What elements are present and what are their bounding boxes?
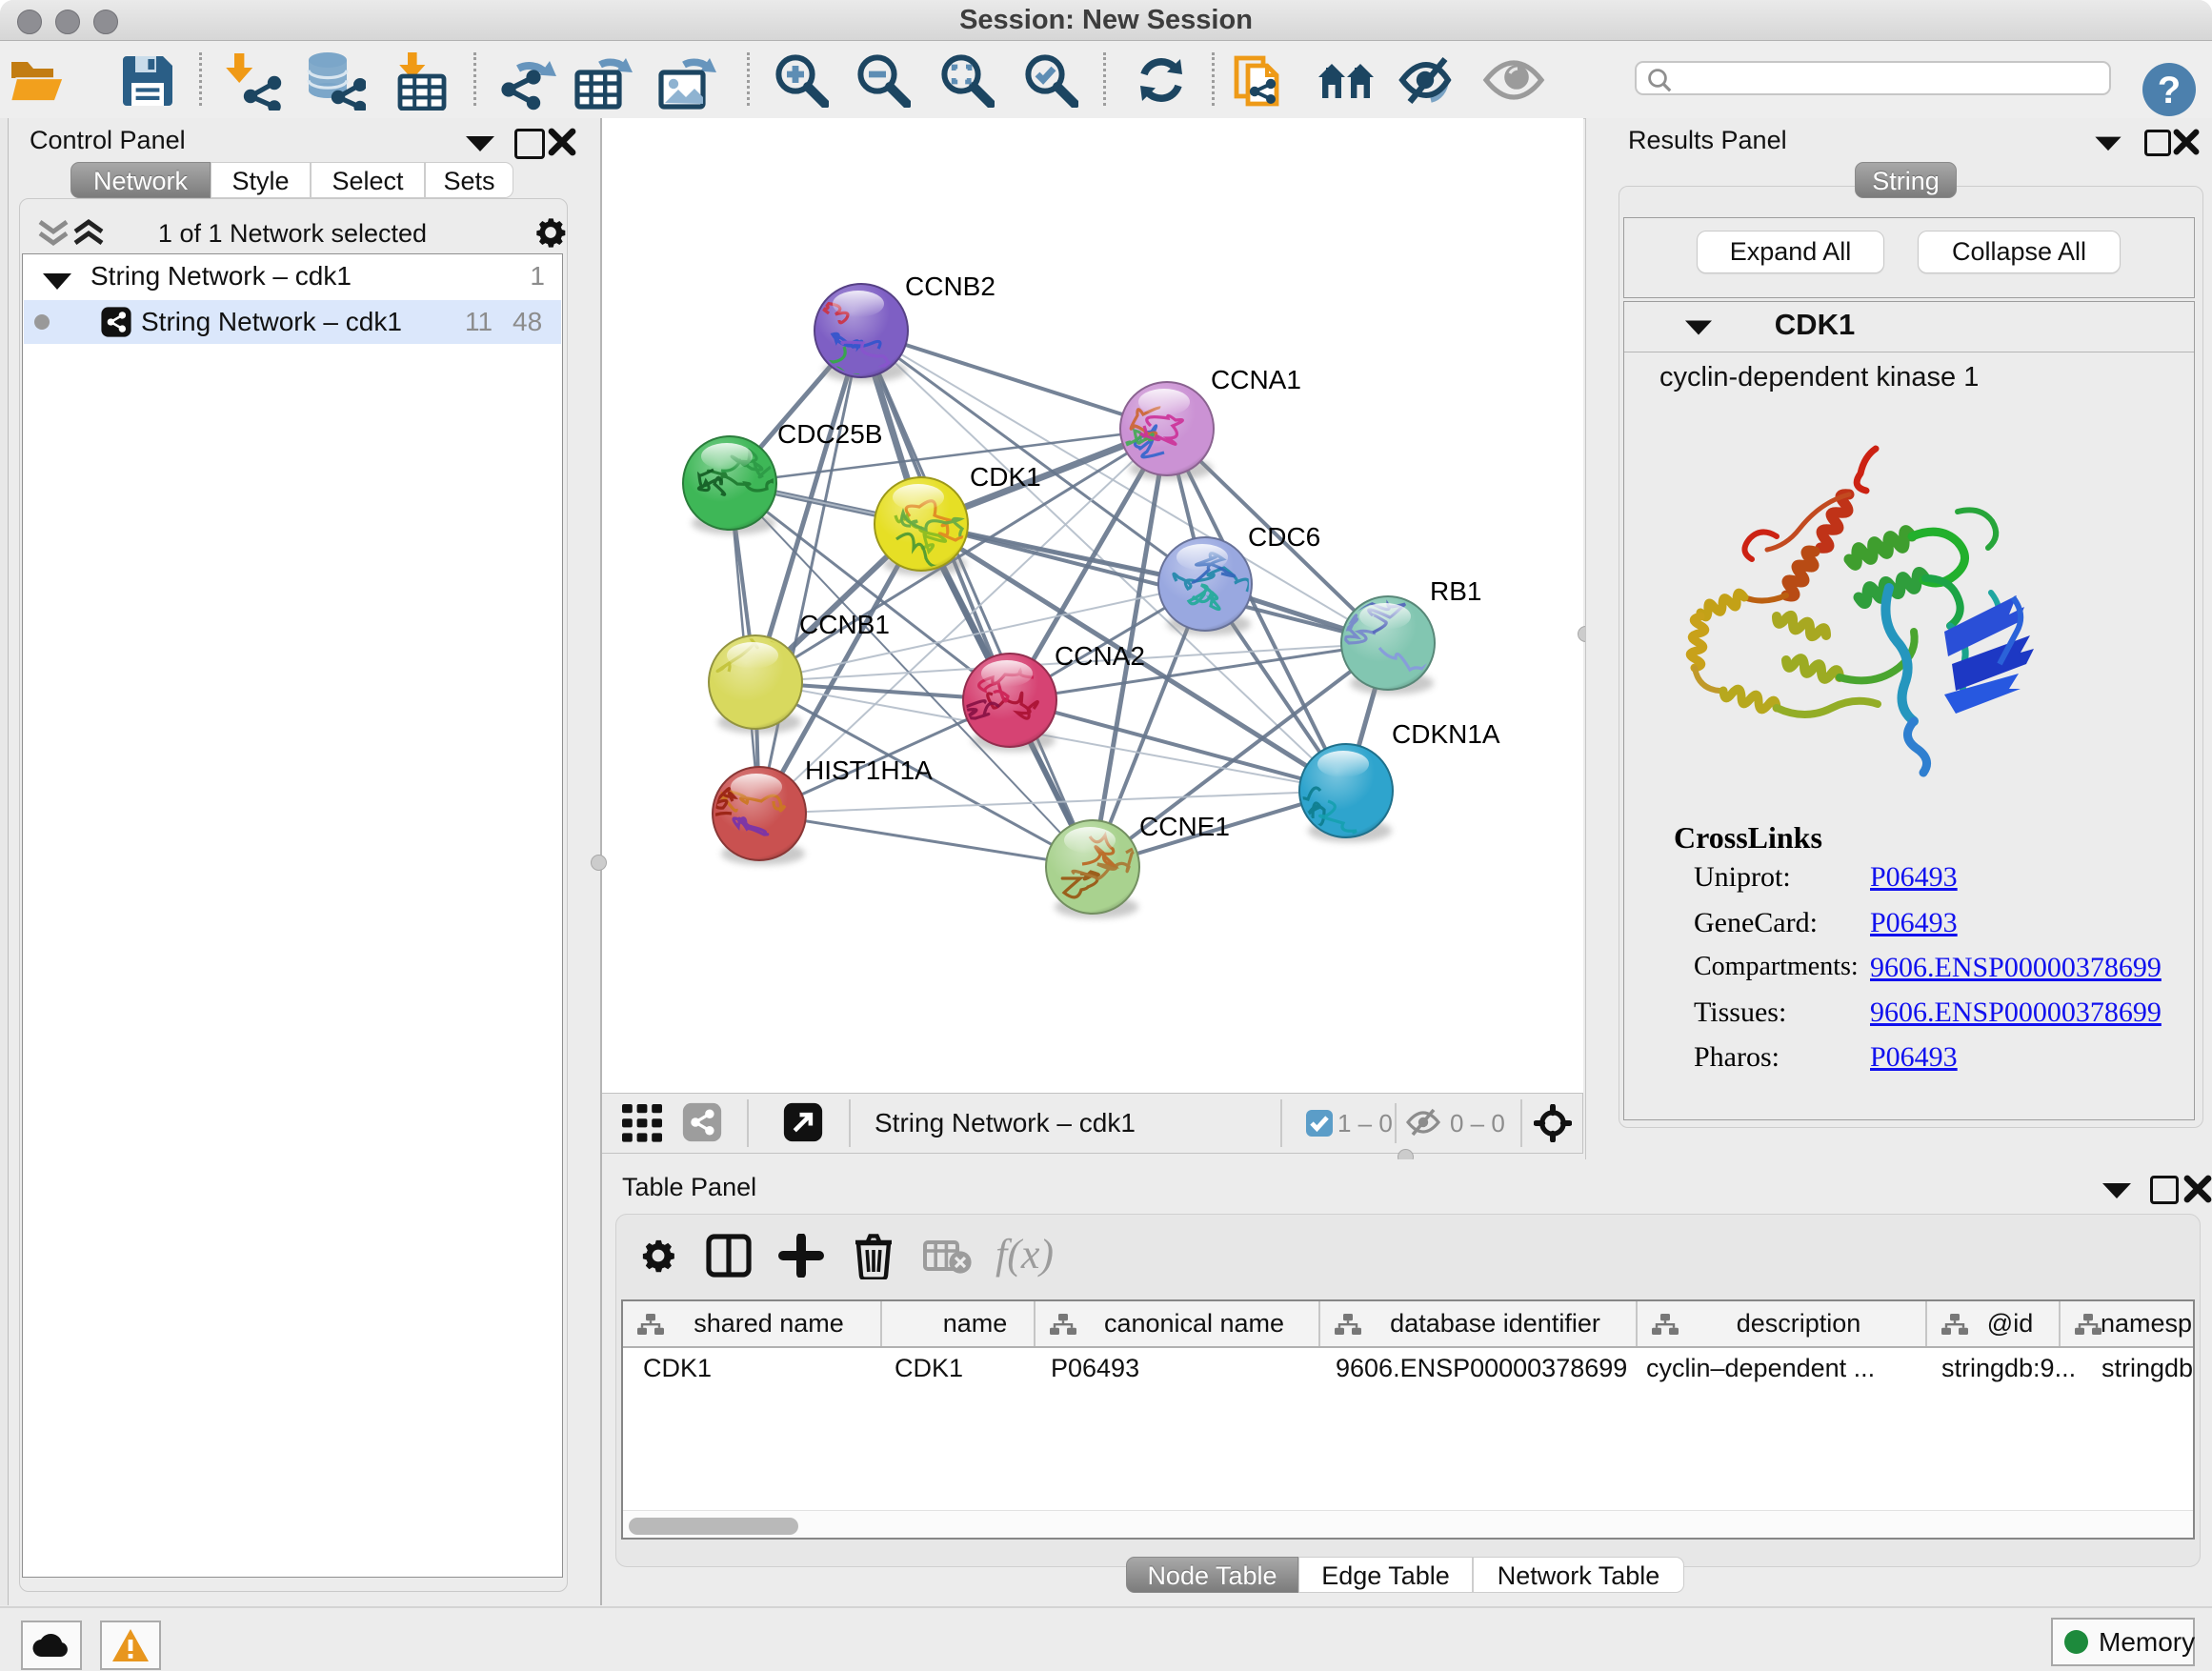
svg-text:CCNA2: CCNA2 bbox=[1055, 641, 1145, 671]
svg-text:CDC6: CDC6 bbox=[1248, 522, 1320, 552]
svg-text:CDKN1A: CDKN1A bbox=[1392, 719, 1500, 749]
svg-text:HIST1H1A: HIST1H1A bbox=[805, 755, 933, 785]
svg-text:CCNB2: CCNB2 bbox=[905, 272, 995, 301]
svg-text:CDK1: CDK1 bbox=[970, 462, 1041, 492]
svg-text:CCNE1: CCNE1 bbox=[1139, 812, 1230, 841]
svg-text:CDC25B: CDC25B bbox=[777, 419, 882, 449]
svg-text:RB1: RB1 bbox=[1430, 576, 1481, 606]
svg-text:CCNA1: CCNA1 bbox=[1211, 365, 1301, 394]
svg-text:?: ? bbox=[2158, 70, 2181, 111]
svg-text:CCNB1: CCNB1 bbox=[799, 610, 890, 639]
